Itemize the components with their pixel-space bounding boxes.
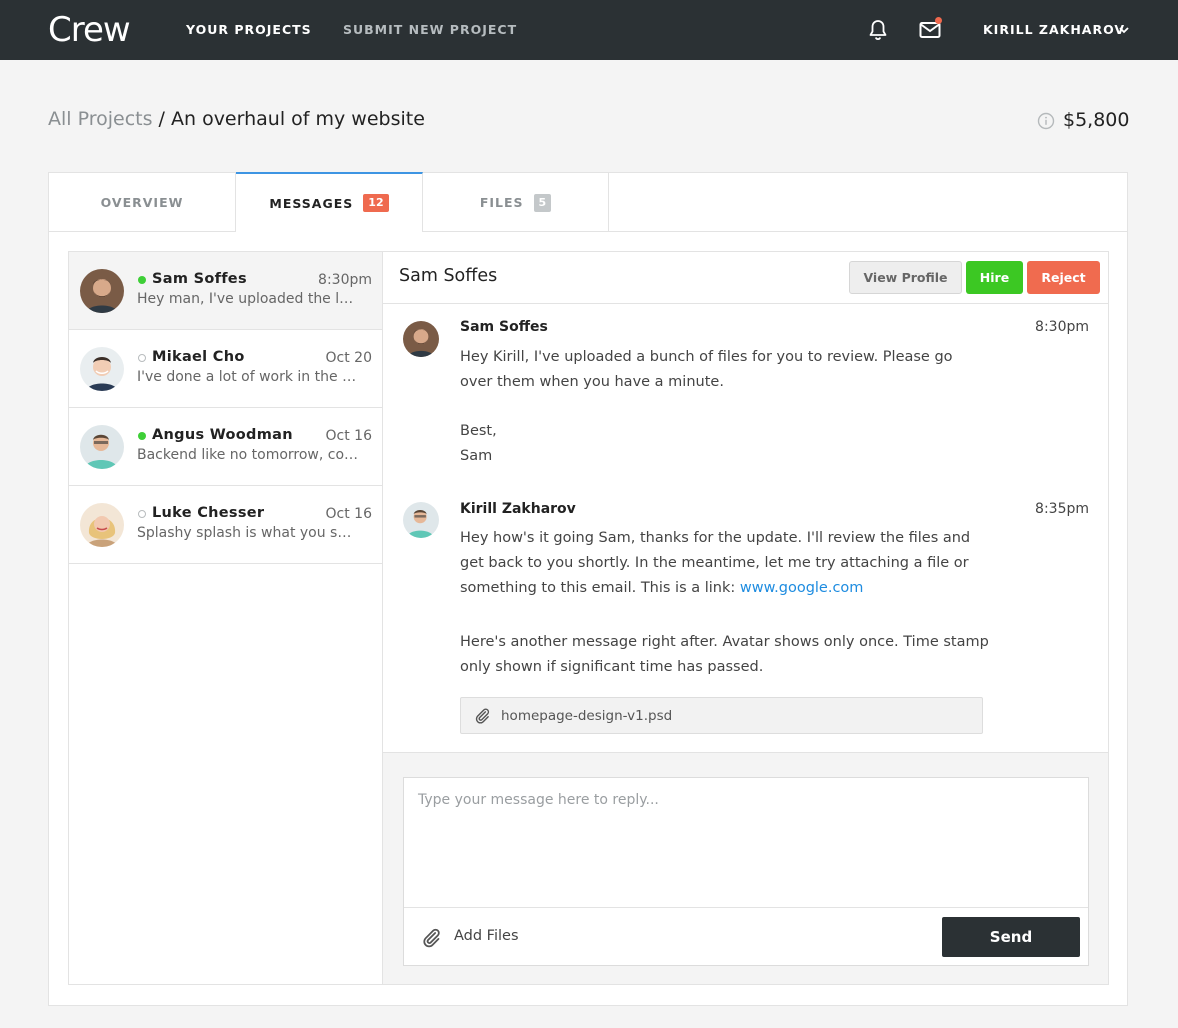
nav-your-projects[interactable]: YOUR PROJECTS	[186, 22, 312, 37]
message-body: Best,	[460, 423, 497, 439]
avatar	[80, 503, 124, 547]
conversation-name: Angus Woodman	[152, 427, 293, 443]
message-time: 8:30pm	[1035, 319, 1089, 335]
conversation-item[interactable]: Angus Woodman Oct 16 Backend like no tom…	[69, 408, 382, 486]
offline-status-icon	[138, 354, 146, 362]
online-status-icon	[138, 276, 146, 284]
breadcrumb-all-projects[interactable]: All Projects	[48, 108, 153, 130]
project-price: $5,800	[1063, 109, 1130, 131]
breadcrumb: All Projects / An overhaul of my website	[48, 108, 425, 130]
tab-label: FILES	[479, 195, 524, 210]
message-time: 8:35pm	[1035, 501, 1089, 517]
conversation-item[interactable]: Mikael Cho Oct 20 I've done a lot of wor…	[69, 330, 382, 408]
paperclip-icon	[475, 708, 490, 724]
conversation-snippet: Hey man, I've uploaded the lot of files …	[137, 291, 359, 307]
tab-files[interactable]: FILES 5	[423, 173, 609, 232]
conversation-snippet: Splashy splash is what you see here	[137, 525, 359, 541]
conversation-item[interactable]: Luke Chesser Oct 16 Splashy splash is wh…	[69, 486, 382, 564]
files-count-badge: 5	[533, 193, 552, 212]
messages-panel: Sam Soffes 8:30pm Hey man, I've uploaded…	[68, 251, 1109, 985]
message-thread: Sam Soffes View Profile Hire Reject Sam …	[383, 252, 1108, 984]
online-status-icon	[138, 432, 146, 440]
attachment-filename: homepage-design-v1.psd	[501, 708, 673, 724]
info-icon[interactable]	[1037, 112, 1055, 130]
crew-logo[interactable]: Crew	[48, 10, 131, 50]
avatar	[403, 502, 439, 538]
tab-messages[interactable]: MESSAGES 12	[236, 172, 423, 232]
thread-header: Sam Soffes View Profile Hire Reject	[383, 252, 1108, 304]
offline-status-icon	[138, 510, 146, 518]
view-profile-button[interactable]: View Profile	[849, 261, 962, 294]
add-files-button[interactable]: Add Files	[454, 928, 519, 944]
project-card: OVERVIEW MESSAGES 12 FILES 5 Sam Soffes …	[48, 172, 1128, 1006]
avatar	[80, 425, 124, 469]
reject-button[interactable]: Reject	[1027, 261, 1100, 294]
message-body: Hey Kirill, I've uploaded a bunch of fil…	[460, 349, 953, 390]
message-text: Hey how's it going Sam, thanks for the u…	[460, 530, 971, 596]
bell-icon[interactable]	[866, 18, 890, 42]
notification-dot	[935, 17, 942, 24]
message-link[interactable]: www.google.com	[740, 580, 864, 596]
tab-bar: OVERVIEW MESSAGES 12 FILES 5	[49, 172, 1127, 232]
attachment[interactable]: homepage-design-v1.psd	[460, 697, 983, 734]
thread-title: Sam Soffes	[399, 266, 498, 286]
conversation-list: Sam Soffes 8:30pm Hey man, I've uploaded…	[69, 252, 383, 984]
conversation-time: Oct 20	[325, 350, 372, 366]
reply-area: Add Files Send	[383, 752, 1108, 984]
reply-composer: Add Files Send	[403, 777, 1089, 966]
conversation-time: 8:30pm	[318, 272, 372, 288]
conversation-item[interactable]: Sam Soffes 8:30pm Hey man, I've uploaded…	[69, 252, 382, 330]
conversation-snippet: Backend like no tomorrow, count on me fo…	[137, 447, 359, 463]
tab-label: OVERVIEW	[100, 195, 184, 210]
user-menu[interactable]: KIRILL ZAKHAROV	[983, 22, 1125, 37]
conversation-time: Oct 16	[325, 428, 372, 444]
avatar	[403, 321, 439, 357]
conversation-time: Oct 16	[325, 506, 372, 522]
composer-footer: Add Files Send	[404, 907, 1088, 965]
avatar	[80, 347, 124, 391]
reply-input[interactable]	[404, 778, 1088, 907]
nav-submit-new-project[interactable]: SUBMIT NEW PROJECT	[343, 22, 517, 37]
conversation-name: Luke Chesser	[152, 505, 265, 521]
hire-button[interactable]: Hire	[966, 261, 1023, 294]
tab-label: MESSAGES	[269, 195, 354, 211]
avatar	[80, 269, 124, 313]
top-navbar: Crew YOUR PROJECTS SUBMIT NEW PROJECT KI…	[0, 0, 1178, 60]
page-title: An overhaul of my website	[170, 108, 425, 130]
message-body: Hey how's it going Sam, thanks for the u…	[460, 526, 990, 601]
breadcrumb-separator: /	[152, 108, 171, 130]
message-author: Kirill Zakharov	[460, 501, 576, 517]
messages-count-badge: 12	[363, 194, 389, 212]
send-button[interactable]: Send	[942, 917, 1080, 957]
message-body: Sam	[460, 448, 493, 464]
conversation-name: Sam Soffes	[152, 271, 247, 287]
message-body: Here's another message right after. Avat…	[460, 634, 989, 675]
message-author: Sam Soffes	[460, 319, 548, 335]
conversation-name: Mikael Cho	[152, 349, 245, 365]
tab-overview[interactable]: OVERVIEW	[49, 173, 236, 232]
conversation-snippet: I've done a lot of work in the past few …	[137, 369, 359, 385]
paperclip-icon[interactable]	[420, 927, 442, 949]
chevron-down-icon[interactable]	[1118, 24, 1130, 36]
